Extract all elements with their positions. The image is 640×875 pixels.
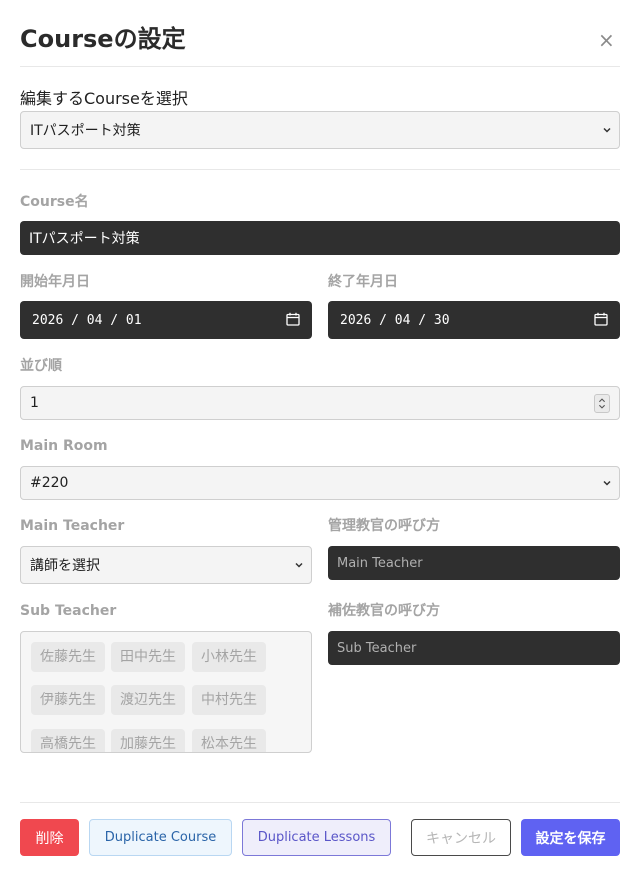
sub-teacher-option[interactable]: 佐藤先生 — [31, 642, 105, 672]
start-date-label: 開始年月日 — [20, 274, 90, 290]
calendar-icon[interactable] — [286, 312, 300, 326]
end-date-value: 2026 / 04 / 30 — [340, 312, 450, 328]
sort-order-input[interactable]: 1 — [20, 386, 620, 420]
footer-divider — [20, 802, 620, 803]
sub-teacher-option[interactable]: 渡辺先生 — [111, 685, 185, 715]
section-divider — [20, 169, 620, 170]
chevron-down-icon — [603, 480, 611, 486]
chevron-down-icon — [603, 127, 611, 133]
duplicate-lessons-button[interactable]: Duplicate Lessons — [242, 819, 391, 856]
number-spinner-icon[interactable] — [594, 394, 610, 413]
course-select-value: ITパスポート対策 — [30, 123, 141, 139]
chevron-down-icon — [295, 562, 303, 568]
sort-order-label: 並び順 — [20, 358, 62, 374]
course-name-value: ITパスポート対策 — [29, 231, 140, 247]
end-date-input[interactable]: 2026 / 04 / 30 — [328, 301, 620, 339]
main-room-label: Main Room — [20, 438, 108, 454]
close-icon[interactable]: × — [598, 28, 615, 52]
save-button[interactable]: 設定を保存 — [521, 819, 620, 856]
sub-teacher-option[interactable]: 中村先生 — [192, 685, 266, 715]
sub-teacher-label: Sub Teacher — [20, 603, 117, 619]
main-teacher-title-label: 管理教官の呼び方 — [328, 518, 440, 534]
course-name-input[interactable]: ITパスポート対策 — [20, 221, 620, 255]
sub-teacher-option[interactable]: 田中先生 — [111, 642, 185, 672]
sub-teacher-title-label: 補佐教官の呼び方 — [328, 603, 440, 619]
sub-teacher-option[interactable]: 高橋先生 — [31, 729, 105, 752]
main-teacher-title-input[interactable]: Main Teacher — [328, 546, 620, 580]
sub-teacher-title-input[interactable]: Sub Teacher — [328, 631, 620, 665]
main-teacher-value: 講師を選択 — [30, 558, 100, 574]
start-date-input[interactable]: 2026 / 04 / 01 — [20, 301, 312, 339]
sub-teacher-option[interactable]: 伊藤先生 — [31, 685, 105, 715]
cancel-button[interactable]: キャンセル — [411, 819, 511, 856]
sort-order-value: 1 — [30, 395, 39, 411]
course-select-label: 編集するCourseを選択 — [20, 89, 188, 108]
sub-teacher-title-placeholder: Sub Teacher — [337, 640, 417, 656]
sub-teacher-option[interactable]: 加藤先生 — [111, 729, 185, 752]
sub-teacher-option[interactable]: 松本先生 — [192, 729, 266, 752]
main-teacher-title-placeholder: Main Teacher — [337, 555, 423, 571]
modal-header: Courseの設定 × — [20, 0, 620, 67]
course-settings-modal: Courseの設定 × 編集するCourseを選択 ITパスポート対策 Cour… — [0, 0, 640, 875]
course-name-label: Course名 — [20, 194, 89, 210]
start-date-value: 2026 / 04 / 01 — [32, 312, 142, 328]
sub-teacher-option[interactable]: 小林先生 — [192, 642, 266, 672]
delete-button[interactable]: 削除 — [20, 819, 79, 856]
duplicate-course-button[interactable]: Duplicate Course — [89, 819, 232, 856]
modal-title: Courseの設定 — [20, 25, 186, 53]
main-room-value: #220 — [30, 475, 69, 491]
end-date-label: 終了年月日 — [328, 274, 398, 290]
sub-teacher-list[interactable]: 佐藤先生 田中先生 小林先生 伊藤先生 渡辺先生 中村先生 高橋先生 加藤先生 … — [20, 631, 312, 753]
main-teacher-select[interactable]: 講師を選択 — [20, 546, 312, 584]
main-room-select[interactable]: #220 — [20, 466, 620, 500]
calendar-icon[interactable] — [594, 312, 608, 326]
main-teacher-label: Main Teacher — [20, 518, 125, 534]
course-select[interactable]: ITパスポート対策 — [20, 111, 620, 149]
